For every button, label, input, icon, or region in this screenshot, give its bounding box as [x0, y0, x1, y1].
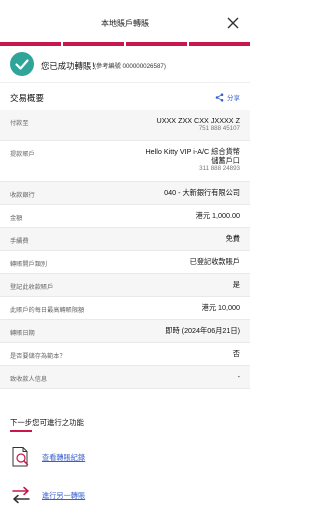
detail-value: 即時 (2024年06月21日) — [165, 326, 240, 335]
detail-label: 金額 — [10, 215, 23, 222]
success-message: 您已成功轉賬！ — [41, 61, 100, 71]
header-bar: 本地賬戶轉賬 — [0, 0, 250, 42]
detail-value: UXXX ZXX CXX JXXXX Z — [156, 116, 240, 125]
detail-label: 轉賬開戶類別 — [10, 261, 48, 268]
transaction-details: 付款至 UXXX ZXX CXX JXXXX Z 751 888 45107 提… — [0, 110, 250, 389]
detail-row-payee-type: 轉賬開戶類別 已登記收款賬戶 — [0, 251, 250, 274]
detail-row-from-account: 提款賬戶 Hello Kitty VIP i-A/C 綜合貨幣 儲蓄戶口 311… — [0, 141, 250, 182]
detail-value: 040 - 大新銀行有限公司 — [164, 188, 240, 197]
title-underline — [10, 430, 32, 432]
action-label: 進行另一轉賬 — [42, 491, 86, 500]
detail-row-message: 致收款人信息 - — [0, 366, 250, 389]
make-another-transfer-link[interactable]: 進行另一轉賬 — [10, 484, 240, 506]
detail-value: 是 — [232, 280, 240, 289]
reference-number: (參考編號 000000026587) — [94, 63, 166, 70]
close-icon — [227, 17, 239, 29]
success-banner: 您已成功轉賬！ (參考編號 000000026587) — [0, 46, 250, 82]
detail-label: 提款賬戶 — [10, 151, 35, 158]
detail-value-block: Hello Kitty VIP i-A/C 綜合貨幣 儲蓄戶口 311 888 … — [145, 147, 240, 173]
share-label: 分享 — [227, 95, 240, 102]
detail-row-payee: 付款至 UXXX ZXX CXX JXXXX Z 751 888 45107 — [0, 110, 250, 141]
detail-subvalue: 751 888 45107 — [198, 125, 240, 132]
detail-value: 已登記收款賬戶 — [189, 257, 240, 266]
detail-label: 此賬戶的每日最高轉賬限額 — [10, 307, 85, 314]
detail-row-fee: 手續費 免費 — [0, 228, 250, 251]
transfer-arrows-icon — [12, 486, 30, 504]
action-label: 查看轉賬紀錄 — [42, 453, 86, 462]
detail-label: 付款至 — [10, 120, 29, 127]
summary-header: 交易概要 分享 — [0, 82, 250, 111]
detail-value: 港元 10,000 — [201, 303, 240, 312]
next-steps-title: 下一步您可進行之功能 — [10, 418, 84, 427]
detail-label: 手續費 — [10, 238, 29, 245]
detail-value: 免費 — [225, 234, 240, 243]
detail-label: 致收款人信息 — [10, 376, 48, 383]
detail-value: Hello Kitty VIP i-A/C 綜合貨幣 — [145, 147, 240, 156]
detail-value: - — [237, 372, 240, 381]
share-icon — [215, 92, 224, 102]
detail-row-amount: 金額 港元 1,000.00 — [0, 205, 250, 228]
detail-label: 轉賬日期 — [10, 330, 35, 337]
next-steps-section: 下一步您可進行之功能 查看轉賬紀錄 進行另一轉賬 — [0, 408, 250, 512]
detail-row-bank: 收款銀行 040 - 大新銀行有限公司 — [0, 182, 250, 205]
detail-label: 收款銀行 — [10, 192, 35, 199]
summary-title: 交易概要 — [10, 93, 45, 103]
page-title: 本地賬戶轉賬 — [101, 19, 149, 28]
detail-value: 否 — [232, 349, 240, 358]
detail-label: 登記此收款賬戶 — [10, 284, 54, 291]
view-transfer-history-link[interactable]: 查看轉賬紀錄 — [10, 446, 240, 468]
detail-row-date: 轉賬日期 即時 (2024年06月21日) — [0, 320, 250, 343]
search-document-icon — [12, 447, 29, 467]
detail-value: 港元 1,000.00 — [195, 211, 240, 220]
detail-value-block: UXXX ZXX CXX JXXXX Z 751 888 45107 — [157, 116, 240, 133]
detail-row-daily-limit: 此賬戶的每日最高轉賬限額 港元 10,000 — [0, 297, 250, 320]
detail-row-register: 登記此收款賬戶 是 — [0, 274, 250, 297]
success-check-icon — [10, 52, 34, 76]
detail-label: 是否要儲存為範本？ — [10, 353, 66, 360]
share-button[interactable]: 分享 — [215, 91, 240, 103]
detail-value-line2: 儲蓄戶口 — [211, 156, 240, 165]
detail-subvalue: 311 888 24893 — [199, 165, 240, 172]
close-button[interactable] — [226, 16, 240, 30]
detail-row-save-template: 是否要儲存為範本？ 否 — [0, 343, 250, 366]
